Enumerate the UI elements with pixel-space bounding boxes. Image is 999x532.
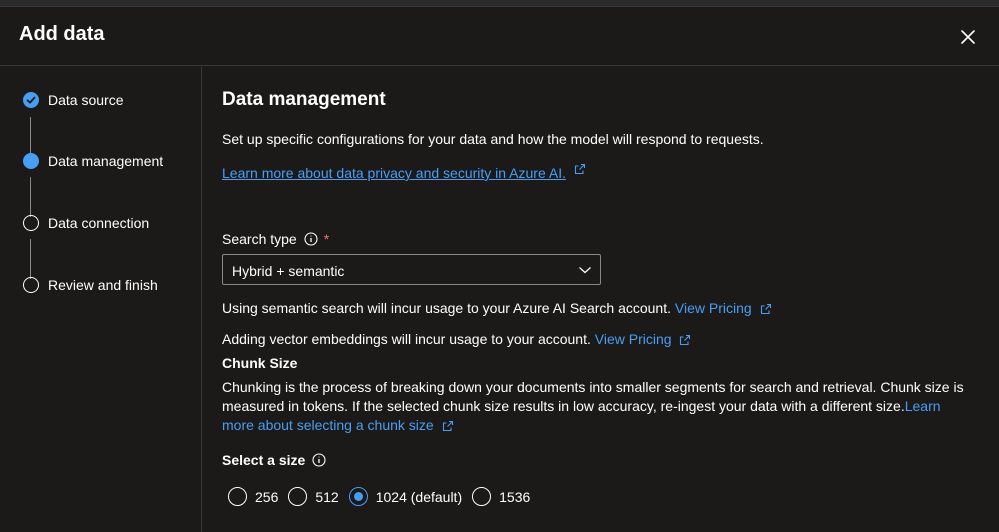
info-icon[interactable]	[304, 232, 318, 246]
radio-circle-selected	[348, 487, 368, 506]
step-data-source[interactable]: Data source	[23, 92, 123, 108]
step-label: Data management	[48, 153, 164, 169]
radio-1024[interactable]: 1024 (default)	[348, 487, 463, 506]
chunk-size-heading: Chunk Size	[222, 355, 298, 371]
step-data-connection[interactable]: Data connection	[23, 215, 149, 231]
chunk-size-radio-group: 256 512 1024 (default) 1536	[228, 487, 540, 506]
vector-note: Adding vector embeddings will incur usag…	[222, 331, 591, 347]
radio-1536[interactable]: 1536	[472, 487, 530, 506]
external-link-icon	[442, 421, 453, 432]
radio-circle	[472, 487, 492, 506]
semantic-note-row: Using semantic search will incur usage t…	[222, 300, 772, 316]
radio-label: 1024 (default)	[375, 488, 463, 505]
search-type-label: Search type	[222, 231, 297, 247]
search-type-value: Hybrid + semantic	[232, 263, 345, 279]
step-label: Data source	[48, 92, 124, 108]
pending-step-icon	[23, 215, 39, 231]
step-connector	[30, 239, 31, 279]
required-marker: *	[323, 231, 330, 247]
step-label: Data connection	[48, 215, 150, 231]
step-data-management[interactable]: Data management	[23, 153, 163, 169]
chunk-desc-text: Chunking is the process of breaking down…	[222, 379, 964, 414]
info-icon[interactable]	[312, 453, 326, 467]
search-type-label-row: Search type *	[222, 231, 329, 247]
page-description: Set up specific configurations for your …	[222, 131, 764, 147]
semantic-pricing-link[interactable]: View Pricing	[675, 300, 752, 316]
checkmark-icon	[23, 92, 39, 108]
pending-step-icon	[23, 277, 39, 293]
chunk-size-description: Chunking is the process of breaking down…	[222, 378, 974, 435]
external-link-icon	[574, 163, 585, 175]
page-title: Data management	[222, 89, 386, 110]
radio-label: 1536	[499, 488, 531, 505]
select-size-label-row: Select a size	[222, 452, 326, 468]
vector-pricing-link[interactable]: View Pricing	[595, 331, 672, 347]
radio-256[interactable]: 256	[228, 487, 278, 506]
select-size-label: Select a size	[222, 452, 306, 468]
radio-label: 512	[315, 488, 339, 505]
add-data-dialog: Add data Data source Data management Dat…	[0, 6, 999, 532]
close-button[interactable]	[958, 27, 978, 47]
radio-512[interactable]: 512	[288, 487, 339, 506]
current-step-icon	[23, 153, 39, 169]
radio-circle	[288, 487, 308, 506]
radio-label: 256	[255, 488, 279, 505]
privacy-link[interactable]: Learn more about data privacy and securi…	[222, 165, 566, 181]
chevron-down-icon	[579, 267, 591, 274]
radio-circle	[228, 487, 247, 506]
step-review-and-finish[interactable]: Review and finish	[23, 277, 158, 293]
vector-note-row: Adding vector embeddings will incur usag…	[222, 331, 691, 347]
external-link-icon	[680, 335, 691, 346]
semantic-note: Using semantic search will incur usage t…	[222, 300, 671, 316]
wizard-steps: Data source Data management Data connect…	[0, 67, 202, 532]
step-connector	[30, 117, 31, 155]
step-connector	[30, 177, 31, 217]
step-label: Review and finish	[48, 277, 158, 293]
external-link-icon	[760, 304, 771, 315]
privacy-link-row: Learn more about data privacy and securi…	[222, 163, 586, 181]
close-icon	[961, 30, 975, 44]
dialog-header: Add data	[0, 7, 999, 66]
search-type-dropdown[interactable]: Hybrid + semantic	[222, 254, 601, 285]
dialog-title: Add data	[19, 23, 105, 45]
